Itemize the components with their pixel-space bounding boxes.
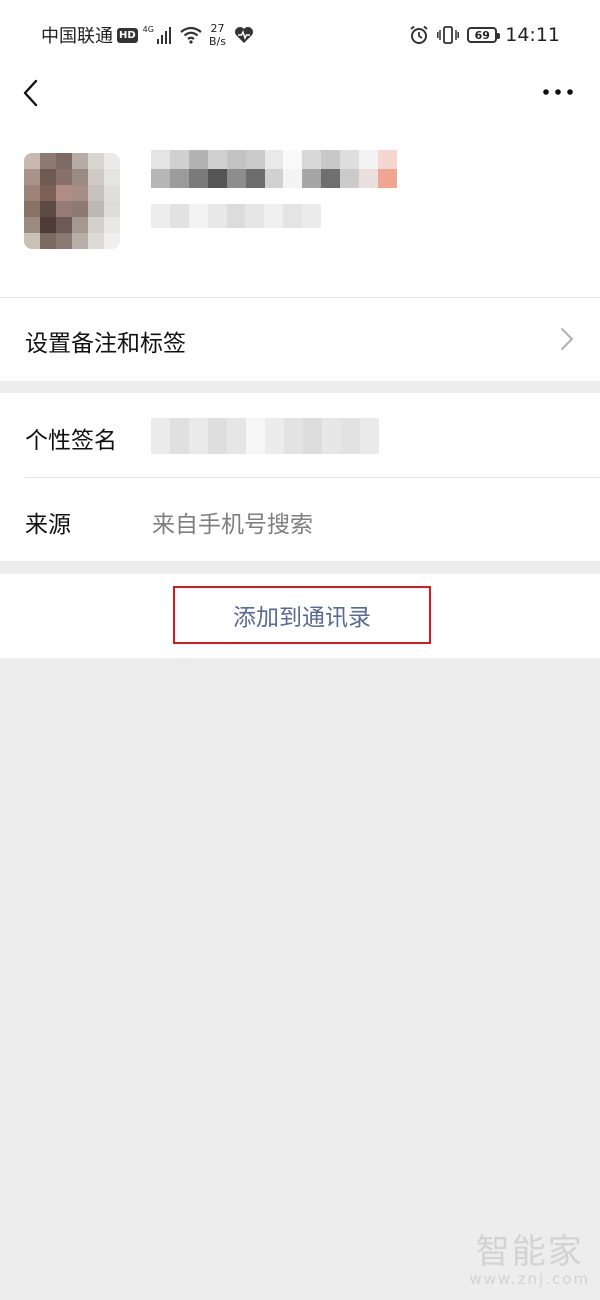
add-to-contacts-button[interactable]: 添加到通讯录 — [173, 586, 431, 644]
signature-redacted — [151, 418, 379, 454]
divider — [0, 297, 600, 298]
speed-unit: B/s — [208, 35, 226, 48]
network-type: 4G — [142, 25, 154, 34]
status-right: 69 14:11 — [409, 20, 560, 50]
battery-level: 69 — [474, 28, 490, 42]
alarm-icon — [410, 25, 428, 44]
profile-header — [0, 70, 600, 297]
battery-icon: 69 — [467, 27, 501, 43]
add-to-contacts-label: 添加到通讯录 — [233, 605, 371, 631]
signal-icon: 4G — [143, 26, 171, 44]
add-contact-section: 添加到通讯录 — [0, 574, 600, 658]
chevron-right-icon — [561, 328, 573, 350]
source-row: 来源 来自手机号搜索 — [0, 477, 600, 561]
chevron-left-icon[interactable] — [18, 78, 48, 108]
carrier-name: 中国联通 — [41, 26, 113, 47]
signature-row: 个性签名 — [0, 393, 600, 477]
set-remark-row[interactable]: 设置备注和标签 — [0, 297, 600, 381]
set-remark-label: 设置备注和标签 — [25, 331, 186, 357]
vibrate-icon — [437, 26, 460, 44]
watermark-brand: 智能家 — [475, 1232, 584, 1272]
watermark: 智能家 www.znj.com — [469, 1234, 590, 1288]
wifi-icon — [180, 26, 202, 44]
info-section: 个性签名 来源 来自手机号搜索 — [0, 393, 600, 561]
signature-label: 个性签名 — [25, 428, 117, 454]
speed-value: 27 — [210, 22, 225, 35]
network-speed: 27 B/s — [209, 22, 226, 48]
source-label: 来源 — [25, 512, 71, 538]
wechat-id-redacted — [151, 204, 321, 228]
more-dots-icon[interactable] — [542, 84, 574, 100]
avatar[interactable] — [24, 153, 120, 249]
hd-badge: HD — [117, 27, 138, 43]
source-value: 来自手机号搜索 — [152, 512, 313, 538]
health-heart-icon — [234, 27, 253, 43]
status-left: 中国联通 HD 4G 27 B/s — [41, 20, 254, 50]
watermark-url: www.znj.com — [469, 1270, 590, 1288]
status-bar: 中国联通 HD 4G 27 B/s 69 14:11 — [0, 0, 600, 70]
nickname-redacted — [151, 150, 397, 188]
clock-time: 14:11 — [505, 24, 560, 46]
